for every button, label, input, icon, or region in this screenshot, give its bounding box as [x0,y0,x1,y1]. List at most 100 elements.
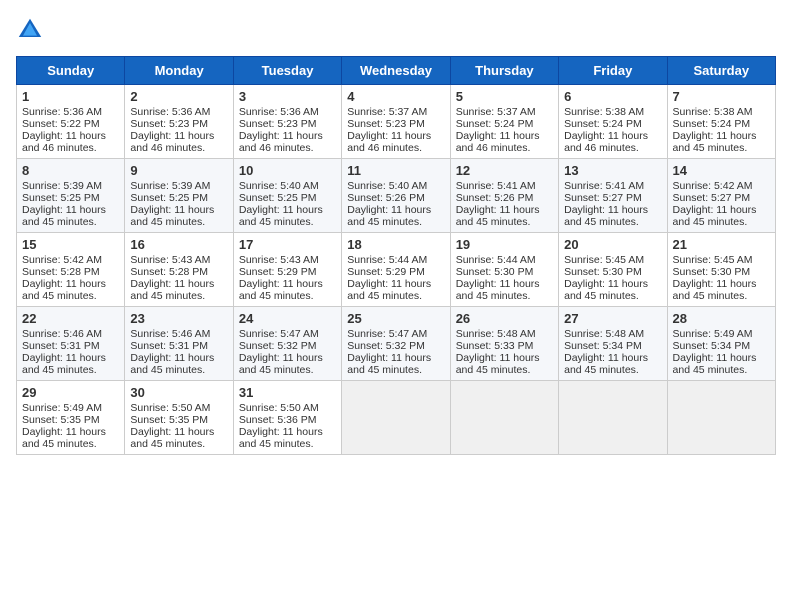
day-number: 1 [22,89,119,104]
sunrise-text: Sunrise: 5:43 AM [239,254,336,266]
sunrise-text: Sunrise: 5:46 AM [130,328,227,340]
sunrise-text: Sunrise: 5:48 AM [564,328,661,340]
day-number: 23 [130,311,227,326]
sunset-text: Sunset: 5:22 PM [22,118,119,130]
sunrise-text: Sunrise: 5:36 AM [239,106,336,118]
day-number: 11 [347,163,444,178]
day-number: 17 [239,237,336,252]
calendar-cell: 4Sunrise: 5:37 AMSunset: 5:23 PMDaylight… [342,85,450,159]
daylight-text: Daylight: 11 hours and 46 minutes. [564,130,661,154]
day-number: 21 [673,237,770,252]
calendar-cell [450,381,558,455]
daylight-text: Daylight: 11 hours and 46 minutes. [239,130,336,154]
sunrise-text: Sunrise: 5:44 AM [456,254,553,266]
day-number: 29 [22,385,119,400]
sunset-text: Sunset: 5:23 PM [239,118,336,130]
sunrise-text: Sunrise: 5:47 AM [347,328,444,340]
sunrise-text: Sunrise: 5:42 AM [673,180,770,192]
sunset-text: Sunset: 5:26 PM [456,192,553,204]
day-number: 24 [239,311,336,326]
sunset-text: Sunset: 5:32 PM [347,340,444,352]
day-number: 13 [564,163,661,178]
calendar-cell: 5Sunrise: 5:37 AMSunset: 5:24 PMDaylight… [450,85,558,159]
calendar-week-row: 1Sunrise: 5:36 AMSunset: 5:22 PMDaylight… [17,85,776,159]
day-number: 14 [673,163,770,178]
calendar-cell: 3 Sunrise: 5:36 AMSunset: 5:23 PMDaylight… [233,85,341,159]
calendar-cell: 12Sunrise: 5:41 AMSunset: 5:26 PMDayligh… [450,159,558,233]
day-number: 8 [22,163,119,178]
daylight-text: Daylight: 11 hours and 46 minutes. [456,130,553,154]
sunrise-text: Sunrise: 5:40 AM [239,180,336,192]
daylight-text: Daylight: 11 hours and 45 minutes. [239,204,336,228]
calendar-header-row: SundayMondayTuesdayWednesdayThursdayFrid… [17,57,776,85]
daylight-text: Daylight: 11 hours and 45 minutes. [456,352,553,376]
daylight-text: Daylight: 11 hours and 45 minutes. [673,130,770,154]
calendar-week-row: 15Sunrise: 5:42 AMSunset: 5:28 PMDayligh… [17,233,776,307]
sunrise-text: Sunrise: 5:50 AM [130,402,227,414]
calendar-cell: 22Sunrise: 5:46 AMSunset: 5:31 PMDayligh… [17,307,125,381]
daylight-text: Daylight: 11 hours and 45 minutes. [130,204,227,228]
day-number: 12 [456,163,553,178]
calendar-cell [559,381,667,455]
calendar-cell: 27Sunrise: 5:48 AMSunset: 5:34 PMDayligh… [559,307,667,381]
daylight-text: Daylight: 11 hours and 45 minutes. [673,278,770,302]
calendar-cell: 30Sunrise: 5:50 AMSunset: 5:35 PMDayligh… [125,381,233,455]
daylight-text: Daylight: 11 hours and 45 minutes. [347,204,444,228]
sunrise-text: Sunrise: 5:36 AM [22,106,119,118]
day-number: 3 [239,89,336,104]
day-number: 22 [22,311,119,326]
calendar-cell: 9Sunrise: 5:39 AMSunset: 5:25 PMDaylight… [125,159,233,233]
calendar-header-wednesday: Wednesday [342,57,450,85]
day-number: 25 [347,311,444,326]
sunrise-text: Sunrise: 5:48 AM [456,328,553,340]
calendar-cell: 17Sunrise: 5:43 AMSunset: 5:29 PMDayligh… [233,233,341,307]
daylight-text: Daylight: 11 hours and 45 minutes. [22,426,119,450]
calendar-cell: 19Sunrise: 5:44 AMSunset: 5:30 PMDayligh… [450,233,558,307]
day-number: 10 [239,163,336,178]
sunrise-text: Sunrise: 5:43 AM [130,254,227,266]
sunset-text: Sunset: 5:24 PM [673,118,770,130]
daylight-text: Daylight: 11 hours and 45 minutes. [130,426,227,450]
sunrise-text: Sunrise: 5:39 AM [22,180,119,192]
calendar-header-sunday: Sunday [17,57,125,85]
calendar-cell: 2Sunrise: 5:36 AMSunset: 5:23 PMDaylight… [125,85,233,159]
sunrise-text: Sunrise: 5:46 AM [22,328,119,340]
sunset-text: Sunset: 5:36 PM [239,414,336,426]
day-number: 18 [347,237,444,252]
sunrise-text: Sunrise: 5:44 AM [347,254,444,266]
sunrise-text: Sunrise: 5:45 AM [564,254,661,266]
daylight-text: Daylight: 11 hours and 45 minutes. [347,278,444,302]
calendar-cell: 11Sunrise: 5:40 AMSunset: 5:26 PMDayligh… [342,159,450,233]
sunset-text: Sunset: 5:35 PM [130,414,227,426]
logo-icon [16,16,44,44]
calendar-cell: 20Sunrise: 5:45 AMSunset: 5:30 PMDayligh… [559,233,667,307]
sunrise-text: Sunrise: 5:47 AM [239,328,336,340]
day-number: 2 [130,89,227,104]
sunset-text: Sunset: 5:33 PM [456,340,553,352]
day-number: 15 [22,237,119,252]
sunrise-text: Sunrise: 5:39 AM [130,180,227,192]
day-number: 7 [673,89,770,104]
daylight-text: Daylight: 11 hours and 45 minutes. [456,204,553,228]
daylight-text: Daylight: 11 hours and 45 minutes. [456,278,553,302]
calendar-cell: 18 Sunrise: 5:44 AMSunset: 5:29 PMDayligh… [342,233,450,307]
day-number: 9 [130,163,227,178]
calendar-cell [342,381,450,455]
calendar-cell: 10 Sunrise: 5:40 AMSunset: 5:25 PMDayligh… [233,159,341,233]
daylight-text: Daylight: 11 hours and 45 minutes. [673,352,770,376]
day-number: 6 [564,89,661,104]
daylight-text: Daylight: 11 hours and 45 minutes. [130,278,227,302]
sunset-text: Sunset: 5:23 PM [347,118,444,130]
day-number: 5 [456,89,553,104]
daylight-text: Daylight: 11 hours and 46 minutes. [130,130,227,154]
calendar-cell: 14Sunrise: 5:42 AMSunset: 5:27 PMDayligh… [667,159,775,233]
sunrise-text: Sunrise: 5:41 AM [564,180,661,192]
calendar-cell: 23Sunrise: 5:46 AMSunset: 5:31 PMDayligh… [125,307,233,381]
day-number: 27 [564,311,661,326]
calendar-cell: 31Sunrise: 5:50 AMSunset: 5:36 PMDayligh… [233,381,341,455]
daylight-text: Daylight: 11 hours and 46 minutes. [22,130,119,154]
sunset-text: Sunset: 5:29 PM [347,266,444,278]
sunrise-text: Sunrise: 5:42 AM [22,254,119,266]
sunset-text: Sunset: 5:30 PM [673,266,770,278]
sunset-text: Sunset: 5:25 PM [239,192,336,204]
